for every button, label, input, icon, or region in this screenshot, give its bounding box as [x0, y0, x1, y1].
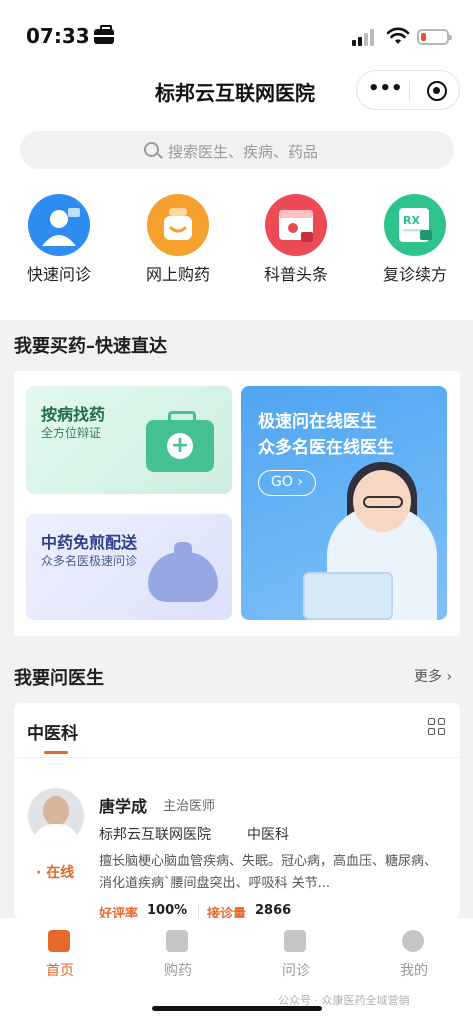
quick-action-news[interactable]: 科普头条	[249, 194, 341, 294]
herbal-pot-icon	[148, 542, 218, 602]
go-button[interactable]: GO ›	[258, 470, 316, 496]
prescription-rx-icon: RX	[384, 194, 446, 256]
card-title: 按病找药	[41, 405, 106, 424]
tab-department[interactable]: 中医科	[27, 719, 78, 744]
buy-section-title: 我要买药–快速直达	[14, 336, 167, 357]
page-title: 标邦云互联网医院	[155, 81, 315, 105]
wifi-icon	[386, 27, 410, 44]
tab-label: 我的	[400, 963, 428, 979]
quick-action-label: 科普头条	[263, 265, 328, 284]
search-placeholder: 搜索医生、疾病、药品	[168, 143, 319, 161]
miniprogram-capsule: •••	[356, 70, 460, 110]
medicine-icon	[166, 930, 188, 952]
doctor-hospital: 标邦云互联网医院	[99, 827, 211, 843]
battery-icon	[417, 29, 452, 45]
doctor-specialty: 擅长脑梗心脑血管疾病、失眠。冠心病，高血压、糖尿病、消化道疾病`腰间盘突出、呼吸…	[99, 854, 438, 891]
medicine-bag-icon	[147, 194, 209, 256]
quick-action-label: 网上购药	[145, 265, 210, 284]
status-bar: 07:33	[0, 0, 473, 70]
tab-label: 首页	[46, 963, 74, 979]
online-status: · 在线	[36, 865, 75, 881]
card-subtitle: 全方位辩证	[41, 426, 102, 440]
card-subtitle: 众多名医极速问诊	[41, 554, 138, 568]
grid-menu-icon[interactable]	[428, 718, 446, 736]
rating-value: 100%	[147, 903, 188, 918]
doctor-title: 主治医师	[163, 799, 216, 814]
tab-active-indicator	[44, 751, 68, 754]
glasses-icon	[363, 496, 403, 508]
doctor-consult-icon	[28, 194, 90, 256]
capsule-divider	[409, 81, 410, 101]
search-icon	[144, 142, 159, 157]
card-title: 中药免煎配送	[41, 533, 138, 552]
quick-action-label: 快速问诊	[26, 265, 91, 284]
stat-divider	[198, 905, 199, 919]
card-find-by-disease[interactable]: 按病找药 全方位辩证 +	[26, 386, 232, 494]
quick-action-consult[interactable]: 快速问诊	[12, 194, 104, 294]
more-menu-icon[interactable]: •••	[368, 79, 403, 101]
card-line-1: 极速问在线医生	[258, 412, 377, 432]
go-label: GO	[271, 474, 293, 490]
tab-profile[interactable]: 我的	[374, 926, 454, 986]
tab-label: 购药	[164, 963, 192, 979]
signal-icon	[352, 28, 378, 46]
quick-action-label: 复诊续方	[382, 265, 447, 284]
close-miniprogram-icon[interactable]	[427, 81, 447, 101]
tab-label: 问诊	[282, 963, 310, 979]
consult-value: 2866	[255, 903, 292, 918]
status-time: 07:33	[26, 24, 90, 48]
medical-kit-icon: +	[146, 411, 214, 472]
more-label: 更多	[414, 669, 442, 685]
profile-icon	[402, 930, 424, 952]
chat-consult-icon	[284, 930, 306, 952]
svg-text:RX: RX	[403, 214, 420, 227]
card-online-doctor[interactable]: 极速问在线医生 众多名医在线医生 GO ›	[241, 386, 447, 620]
doctor-department: 中医科	[247, 827, 289, 843]
news-calendar-icon	[265, 194, 327, 256]
card-herbal-delivery[interactable]: 中药免煎配送 众多名医极速问诊	[26, 514, 232, 620]
tab-home[interactable]: 首页	[20, 926, 100, 986]
doctor-name[interactable]: 唐学成	[99, 793, 147, 817]
avatar[interactable]	[28, 788, 84, 844]
tab-buy-medicine[interactable]: 购药	[138, 926, 218, 986]
quick-action-renewal[interactable]: RX 复诊续方	[368, 194, 460, 294]
divider	[14, 757, 460, 758]
laptop-icon	[303, 572, 393, 620]
doctor-section-title: 我要问医生	[14, 668, 104, 689]
card-line-2: 众多名医在线医生	[258, 438, 394, 458]
home-indicator	[152, 1006, 322, 1011]
quick-action-buy[interactable]: 网上购药	[131, 194, 223, 294]
search-bar[interactable]: 搜索医生、疾病、药品	[20, 131, 454, 169]
tab-consult[interactable]: 问诊	[256, 926, 336, 986]
home-icon	[48, 930, 70, 952]
briefcase-icon	[94, 25, 114, 44]
more-link[interactable]: 更多 ›	[414, 666, 452, 686]
